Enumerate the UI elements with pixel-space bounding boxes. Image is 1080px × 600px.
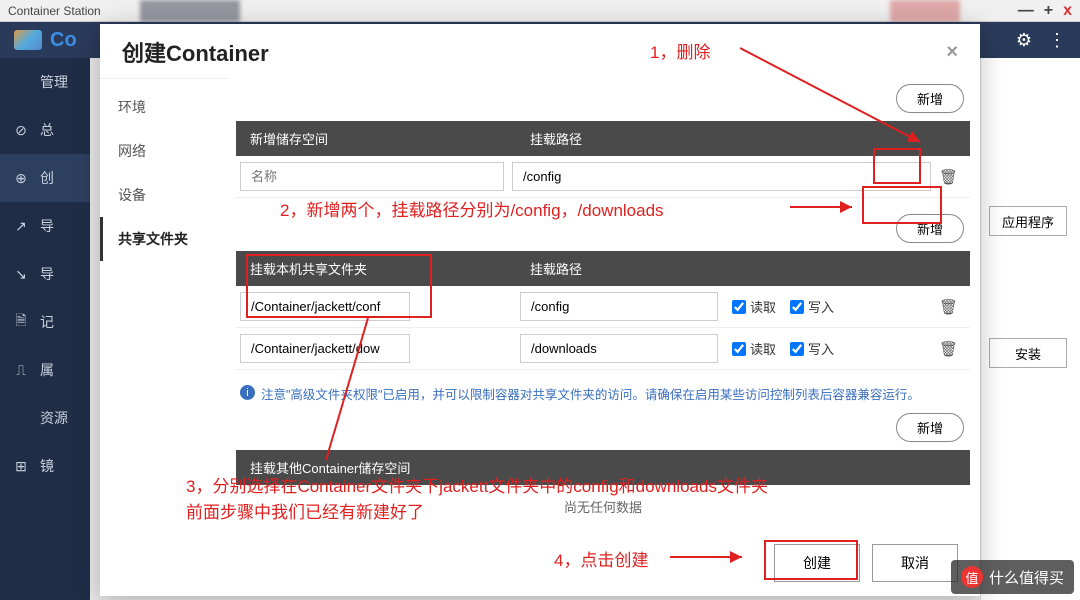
dialog-title: 创建Container [122, 36, 269, 68]
bg-blur [140, 0, 240, 22]
sidebar-item-create[interactable]: ⊕创 [0, 154, 90, 202]
sidebar: 管理 ⊘总 ⊕创 ↗导 ↘导 🗎记 ⎍属 资源 ⊞镜 [0, 58, 90, 600]
no-data-text: 尚无任何数据 [236, 485, 970, 528]
cancel-button[interactable]: 取消 [872, 544, 958, 582]
mount-path-input[interactable] [520, 292, 718, 321]
sidebar-item-resources[interactable]: 资源 [0, 394, 90, 442]
dialog-footer: 创建 取消 [100, 534, 980, 596]
sidebar-item-properties[interactable]: ⎍属 [0, 346, 90, 394]
close-button[interactable]: x [1063, 2, 1072, 20]
tab-environment[interactable]: 环境 [100, 85, 228, 129]
sidebar-item-image[interactable]: ⊞镜 [0, 442, 90, 490]
sidebar-item-log[interactable]: 🗎记 [0, 298, 90, 346]
sidebar-item-overview[interactable]: ⊘总 [0, 106, 90, 154]
sidebar-item-export[interactable]: ↗导 [0, 202, 90, 250]
create-button[interactable]: 创建 [774, 544, 860, 582]
dialog-title-bar: 创建Container × [100, 24, 980, 78]
col-mount-path: 挂载路径 [516, 121, 970, 156]
watermark: 值 什么值得买 [951, 560, 1074, 594]
window-title: Container Station [8, 4, 101, 18]
background-panel: 应用程序 安装 [980, 58, 1080, 600]
export-icon: ↗ [12, 217, 30, 235]
grid-icon: ⊞ [12, 457, 30, 475]
document-icon: 🗎 [12, 313, 30, 331]
gear-icon[interactable]: ⚙ [1016, 30, 1032, 51]
read-checkbox[interactable]: 读取 [732, 339, 776, 358]
mount-path-input[interactable] [520, 334, 718, 363]
write-checkbox[interactable]: 写入 [790, 339, 834, 358]
tab-shared-folders[interactable]: 共享文件夹 [100, 217, 228, 261]
info-icon: i [240, 385, 255, 400]
add-shared-folder-button[interactable]: 新增 [896, 214, 964, 243]
shared-folder-header: 挂载本机共享文件夹 挂载路径 [236, 251, 970, 286]
col-new-storage: 新增储存空间 [236, 121, 516, 156]
gauge-icon: ⊘ [12, 121, 30, 139]
import-icon: ↘ [12, 265, 30, 283]
col-mount-path: 挂载路径 [516, 251, 970, 286]
read-checkbox[interactable]: 读取 [732, 297, 776, 316]
watermark-text: 什么值得买 [989, 567, 1064, 588]
col-host-folder: 挂载本机共享文件夹 [236, 251, 516, 286]
more-icon[interactable]: ⋮ [1048, 30, 1066, 51]
host-folder-input[interactable] [240, 334, 410, 363]
storage-row: 🗑 [236, 156, 970, 198]
storage-path-input[interactable] [512, 162, 931, 191]
plus-circle-icon: ⊕ [12, 169, 30, 187]
add-other-container-button[interactable]: 新增 [896, 413, 964, 442]
bg-blur [890, 0, 960, 22]
other-container-header: 挂载其他Container储存空间 [236, 450, 970, 485]
bg-app-button[interactable]: 应用程序 [989, 206, 1067, 236]
storage-header: 新增储存空间 挂载路径 [236, 121, 970, 156]
col-other-container: 挂载其他Container储存空间 [236, 450, 970, 485]
trash-icon[interactable]: 🗑 [939, 168, 958, 186]
host-folder-input[interactable] [240, 292, 410, 321]
storage-name-input[interactable] [240, 162, 504, 191]
create-container-dialog: 创建Container × 环境 网络 设备 共享文件夹 新增 新增储存空间 挂… [100, 24, 980, 596]
add-storage-button[interactable]: 新增 [896, 84, 964, 113]
trash-icon[interactable]: 🗑 [939, 340, 958, 358]
tab-network[interactable]: 网络 [100, 129, 228, 173]
dialog-content: 新增 新增储存空间 挂载路径 🗑 新增 挂载本机共享文件夹 挂载路径 [228, 78, 980, 534]
dialog-tabs: 环境 网络 设备 共享文件夹 [100, 78, 228, 534]
permission-note: i 注意"高级文件夹权限"已启用，并可以限制容器对共享文件夹的访问。请确保在启用… [236, 370, 970, 411]
shared-folder-row: 读取 写入 🗑 [236, 286, 970, 328]
close-icon[interactable]: × [946, 41, 958, 64]
bg-install-button[interactable]: 安装 [989, 338, 1067, 368]
tab-device[interactable]: 设备 [100, 173, 228, 217]
sliders-icon: ⎍ [12, 361, 30, 379]
sidebar-item-import[interactable]: ↘导 [0, 250, 90, 298]
minimize-button[interactable]: — [1018, 2, 1034, 20]
maximize-button[interactable]: + [1044, 2, 1053, 20]
write-checkbox[interactable]: 写入 [790, 297, 834, 316]
sidebar-item-manage[interactable]: 管理 [0, 58, 90, 106]
app-name: Co [50, 29, 77, 52]
watermark-icon: 值 [961, 566, 983, 588]
app-logo-icon [14, 30, 42, 50]
trash-icon[interactable]: 🗑 [939, 298, 958, 316]
window-controls: — + x [1018, 2, 1072, 20]
shared-folder-row: 读取 写入 🗑 [236, 328, 970, 370]
